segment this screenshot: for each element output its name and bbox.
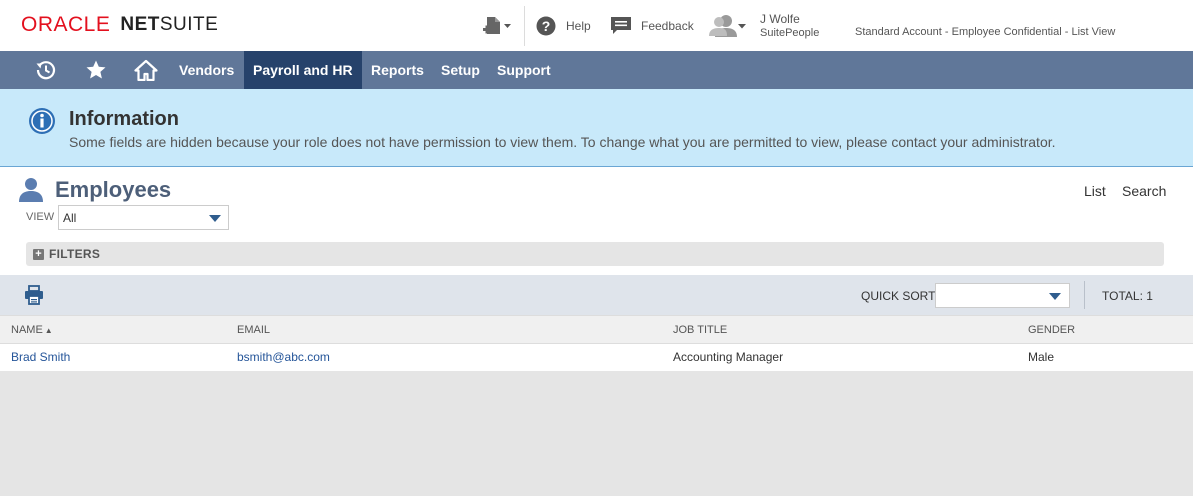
expand-plus-icon: + <box>33 249 44 260</box>
chevron-down-icon <box>209 215 221 222</box>
column-header-gender[interactable]: GENDER <box>1028 324 1075 336</box>
employee-email-link[interactable]: bsmith@abc.com <box>237 350 330 364</box>
star-icon <box>86 60 106 79</box>
main-navbar: Vendors Payroll and HR Reports Setup Sup… <box>0 51 1193 89</box>
toolbar-divider <box>1084 281 1085 309</box>
quick-sort-label: QUICK SORT <box>861 289 936 303</box>
column-header-name[interactable]: NAME ▲ <box>11 324 53 336</box>
top-header: ORACLE NETSUITE ? Help Feedback J Wolfe … <box>0 0 1193 51</box>
sort-ascending-icon: ▲ <box>44 326 53 335</box>
employee-name-link[interactable]: Brad Smith <box>11 350 70 364</box>
info-message: Some fields are hidden because your role… <box>69 134 1056 150</box>
quick-sort-select[interactable] <box>935 283 1070 308</box>
nav-support[interactable]: Support <box>497 51 551 89</box>
create-new-button[interactable] <box>481 0 513 51</box>
chevron-down-icon <box>1049 293 1061 300</box>
employee-gender: Male <box>1028 350 1055 364</box>
list-toolbar: QUICK SORT TOTAL: 1 <box>0 275 1193 315</box>
recent-records-button[interactable] <box>28 51 64 89</box>
nav-reports[interactable]: Reports <box>371 51 424 89</box>
table-header: NAME ▲ EMAIL JOB TITLE GENDER <box>0 315 1193 344</box>
total-count: TOTAL: 1 <box>1102 289 1153 303</box>
feedback-link[interactable]: Feedback <box>610 0 694 51</box>
help-label: Help <box>566 18 591 33</box>
user-role[interactable]: SuitePeople <box>760 27 819 39</box>
filters-toggle[interactable]: + FILTERS <box>26 242 1164 266</box>
empty-list-area <box>0 372 1193 496</box>
user-menu-button[interactable] <box>707 0 749 51</box>
info-banner: Information Some fields are hidden becau… <box>0 89 1193 167</box>
history-icon <box>36 61 56 80</box>
svg-text:?: ? <box>542 18 551 34</box>
account-role-text[interactable]: Standard Account - Employee Confidential… <box>855 26 1115 38</box>
oracle-wordmark: ORACLE <box>21 13 111 36</box>
column-header-job-title[interactable]: JOB TITLE <box>673 324 727 336</box>
shortcuts-button[interactable] <box>78 51 114 89</box>
feedback-icon <box>611 16 631 34</box>
home-button[interactable] <box>128 51 164 89</box>
list-link[interactable]: List <box>1084 183 1106 199</box>
page-main: Employees List Search VIEW All + FILTERS <box>0 167 1193 275</box>
page-title: Employees <box>55 177 172 202</box>
nav-vendors[interactable]: Vendors <box>179 51 234 89</box>
search-link[interactable]: Search <box>1122 183 1166 199</box>
table-row: Brad Smith bsmith@abc.com Accounting Man… <box>0 344 1193 372</box>
home-icon <box>134 59 158 81</box>
netsuite-logo[interactable]: ORACLE NETSUITE <box>21 13 218 37</box>
create-new-icon <box>483 16 511 34</box>
print-icon[interactable] <box>24 285 44 305</box>
column-header-email[interactable]: EMAIL <box>237 324 270 336</box>
help-icon: ? <box>536 16 556 35</box>
view-select[interactable]: All <box>58 205 229 230</box>
user-name[interactable]: J Wolfe <box>760 13 800 26</box>
user-avatar-icon <box>709 14 746 37</box>
help-link[interactable]: ? Help <box>536 0 591 51</box>
feedback-label: Feedback <box>641 18 694 33</box>
filters-label: FILTERS <box>49 247 101 261</box>
netsuite-wordmark: NETSUITE <box>120 14 219 35</box>
view-label: VIEW <box>26 211 55 223</box>
employee-job-title: Accounting Manager <box>673 350 784 364</box>
employee-icon <box>19 178 43 202</box>
view-select-value: All <box>63 211 77 225</box>
header-divider <box>524 6 525 46</box>
info-icon <box>29 108 55 134</box>
nav-setup[interactable]: Setup <box>441 51 480 89</box>
nav-payroll-and-hr[interactable]: Payroll and HR <box>244 51 362 89</box>
info-title: Information <box>69 108 179 130</box>
